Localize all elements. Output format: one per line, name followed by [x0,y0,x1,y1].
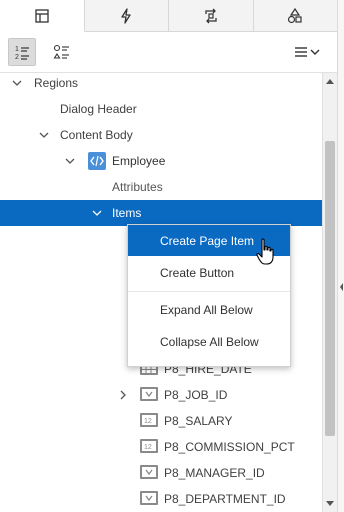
process-swap-icon [205,8,217,23]
menu-item-label: Create Button [160,265,235,280]
tree-node-label: Dialog Header [60,102,137,116]
chevron-down-icon[interactable] [39,130,49,140]
chevron-right-icon[interactable] [118,390,128,400]
svg-text:2: 2 [15,54,19,61]
menu-dropdown-icon [295,47,320,57]
tree-node-label: Items [112,206,142,220]
tree-node-item[interactable]: 12 P8_COMMISSION_PCT [0,434,322,460]
menu-item-label: Collapse All Below [160,334,259,349]
tree-node-attributes[interactable]: Attributes [0,174,322,200]
scrollbar-thumb[interactable] [325,141,335,436]
shapes-icon [288,7,302,23]
tree-node-label: P8_COMMISSION_PCT [164,440,295,454]
numbered-list-button[interactable]: 12 [8,38,36,66]
menu-item-expand-all-below[interactable]: Expand All Below [128,294,290,325]
tree-node-label: P8_DEPARTMENT_ID [164,492,286,506]
hand-cursor-icon [256,238,274,265]
svg-text:12: 12 [144,444,152,451]
tree-node-label: Content Body [60,128,133,142]
menu-item-label: Create Page Item [160,233,255,248]
tree-list-button[interactable] [48,38,76,66]
tab-bar [0,0,337,32]
select-list-icon [140,465,158,479]
code-region-icon [88,152,106,170]
number-field-icon: 12 [140,439,158,453]
chevron-down-icon[interactable] [12,78,22,88]
tree-node-label: Regions [34,76,79,90]
tree-node-content-body[interactable]: Content Body [0,122,322,148]
tree-node-items[interactable]: Items [0,200,322,226]
tree-node-item[interactable]: 12 P8_SALARY [0,408,322,434]
scroll-down-arrow-icon[interactable] [326,501,334,506]
tree-list-icon [53,44,69,59]
scroll-up-arrow-icon[interactable] [326,79,334,84]
tab-shared-components[interactable] [253,0,337,31]
select-list-icon [140,491,158,505]
select-list-icon [140,387,158,401]
tree-node-label: Employee [112,154,166,168]
tree-node-employee[interactable]: Employee [0,148,322,174]
menu-item-label: Expand All Below [160,302,253,317]
collapse-left-icon[interactable] [338,280,344,294]
panel-splitter[interactable] [337,0,344,512]
svg-text:1: 1 [15,46,19,53]
tab-processing[interactable] [169,0,254,31]
lightning-icon [121,7,131,24]
svg-text:12: 12 [144,418,152,425]
tree-node-label: Attributes [112,180,163,194]
tab-rendering[interactable] [0,0,85,32]
tree-node-label: P8_JOB_ID [164,388,228,402]
tree-node-item[interactable]: P8_MANAGER_ID [0,460,322,486]
tree-toolbar: 12 [0,32,337,73]
tree-node-regions[interactable]: Regions [0,73,322,96]
chevron-down-icon[interactable] [65,156,75,166]
menu-separator [128,291,290,292]
tree-node-item[interactable]: P8_JOB_ID [0,382,322,408]
layout-icon [35,8,49,23]
tree-node-item[interactable]: P8_DEPARTMENT_ID [0,486,322,512]
tree-node-label: P8_MANAGER_ID [164,466,265,480]
numbered-list-icon: 12 [15,46,29,61]
chevron-down-icon[interactable] [92,208,102,218]
number-field-icon: 12 [140,413,158,427]
tree-node-label: P8_SALARY [164,414,233,428]
tree-scrollbar[interactable] [322,73,338,512]
tree-node-dialog-header[interactable]: Dialog Header [0,96,322,122]
tab-dynamic-actions[interactable] [84,0,169,31]
menu-item-collapse-all-below[interactable]: Collapse All Below [128,326,290,357]
view-menu-button[interactable] [290,38,324,66]
